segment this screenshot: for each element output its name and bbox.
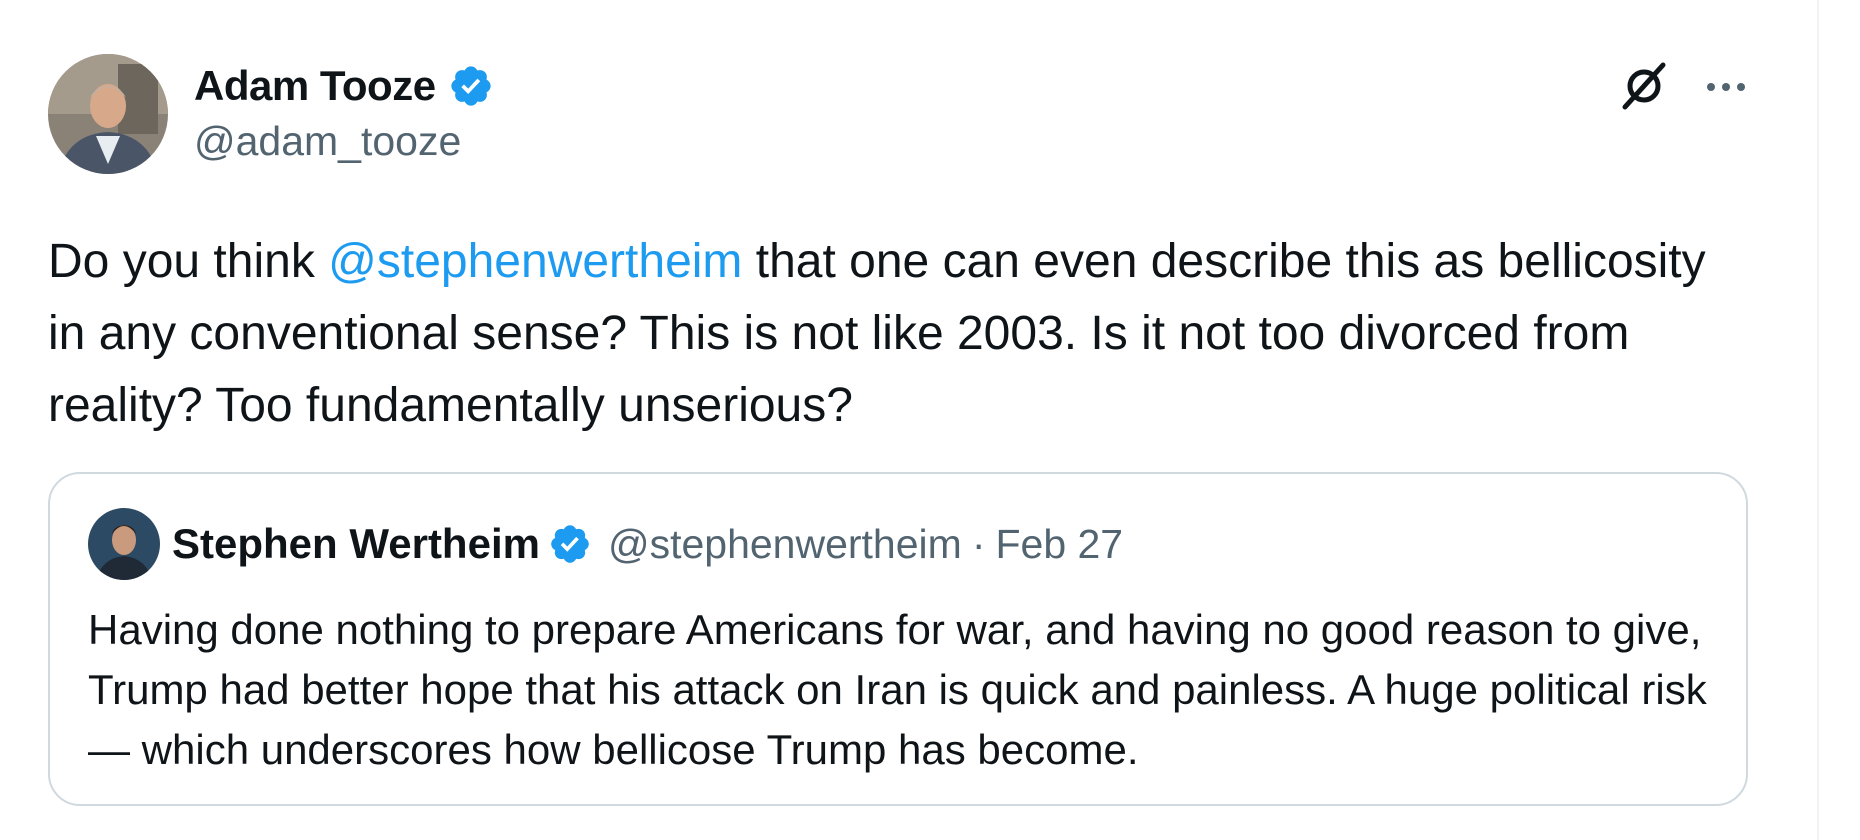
- tweet: Adam Tooze @adam_tooze Do you think @ste…: [48, 54, 1768, 840]
- grok-icon[interactable]: [1614, 56, 1674, 116]
- tweet-text-part: Do you think: [48, 235, 329, 288]
- author-handle[interactable]: @adam_tooze: [194, 118, 461, 165]
- quoted-author-name: Stephen Wertheim: [172, 520, 540, 567]
- quoted-author-avatar[interactable]: [88, 508, 160, 580]
- verified-badge-icon[interactable]: [448, 63, 494, 109]
- quoted-tweet[interactable]: Stephen Wertheim @stephenwertheim · Feb …: [48, 472, 1748, 806]
- quoted-tweet-text: Having done nothing to prepare Americans…: [88, 606, 1707, 773]
- author-name[interactable]: Adam Tooze: [194, 62, 436, 110]
- column-divider: [1817, 0, 1819, 840]
- author-avatar[interactable]: [48, 54, 168, 174]
- tweet-text: Do you think @stephenwertheim that one c…: [48, 226, 1748, 442]
- quoted-tweet-date: Feb 27: [995, 520, 1124, 567]
- more-horizontal-icon[interactable]: [1698, 62, 1754, 112]
- avatar-photo-icon: [48, 54, 168, 174]
- author-name-row: Adam Tooze: [194, 58, 494, 114]
- verified-badge-icon: [548, 522, 592, 566]
- mention-link[interactable]: @stephenwertheim: [328, 235, 742, 288]
- quoted-author-handle: @stephenwertheim: [607, 520, 962, 567]
- separator-dot: ·: [971, 520, 986, 567]
- avatar-photo-icon: [88, 508, 160, 580]
- quoted-tweet-header: Stephen Wertheim @stephenwertheim · Feb …: [88, 508, 1123, 580]
